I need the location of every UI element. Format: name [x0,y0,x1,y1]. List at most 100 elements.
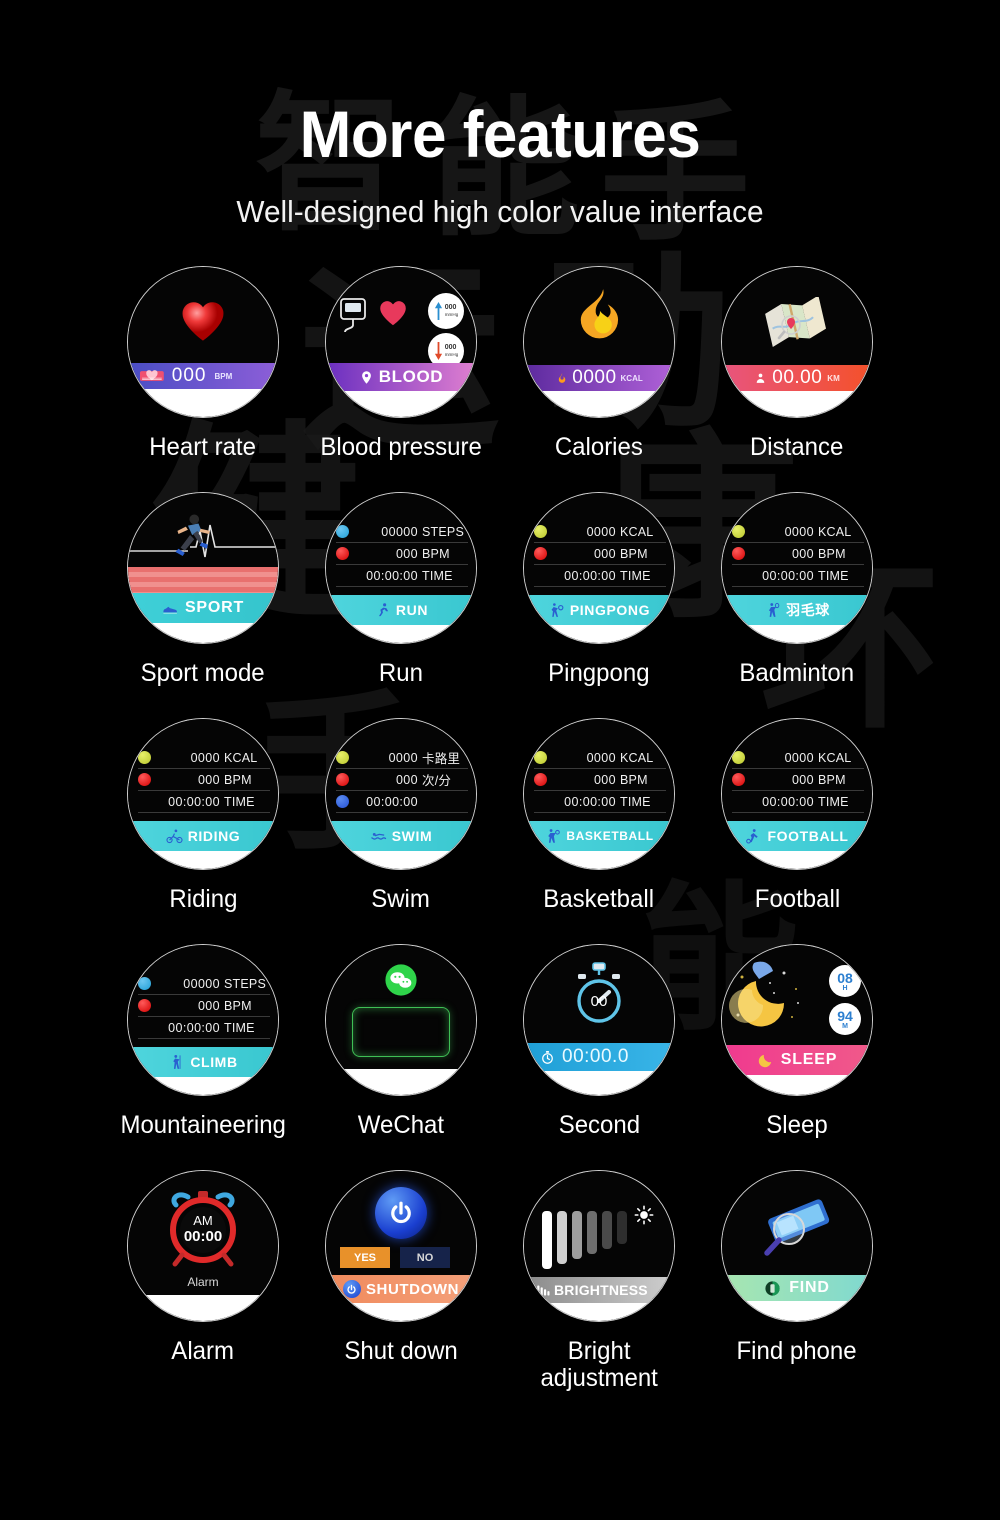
feature-cell-heart-rate: 000 BPM Heart rate [104,266,302,492]
feature-grid: 000 BPM Heart rate 000 mmHg 000 mmHg BLOOD… [0,266,1000,1396]
heart-icon [138,999,151,1012]
sleep-hours-unit: H [842,984,848,992]
feature-cell-blood-pressure: 000 mmHg 000 mmHg BLOOD Blood pressure [302,266,500,492]
flame-icon [524,287,674,345]
watch-face-pingpong[interactable]: 0000 KCAL 000 BPM 00:00:00 TIME PINGPONG [523,492,675,644]
watch-face-riding[interactable]: 0000 KCAL 000 BPM 00:00:00 TIME RIDING [127,718,279,870]
metric-row: 00:00:00 TIME [336,565,468,587]
metric-row: 000 BPM [138,769,270,791]
metric-value: 000 [197,998,220,1013]
metric-unit: TIME [224,794,255,809]
metric-unit: BPM [620,772,648,787]
watch-face-find-phone[interactable]: FIND [721,1170,873,1322]
watch-screen-blood-pressure: 000 mmHg 000 mmHg BLOOD [326,267,476,417]
watch-face-blood-pressure[interactable]: 000 mmHg 000 mmHg BLOOD [325,266,477,418]
feature-caption-basketball: Basketball [543,885,655,913]
metric-row: 000 BPM [732,543,864,565]
sleep-minutes-badge: 94 M [829,1003,861,1035]
alarm-label: Alarm [187,1275,219,1289]
page-header: More features Well-designed high color v… [0,0,1000,230]
sport-bar-label: PINGPONG [569,602,651,618]
flame-icon [732,525,745,538]
heart-icon [336,547,349,560]
footballer-icon [745,828,762,845]
watch-face-second[interactable]: 00 00:00.0 [523,944,675,1096]
watch-face-run[interactable]: 00000 STEPS 000 BPM 00:00:00 TIME RUN [325,492,477,644]
watch-face-distance[interactable]: 00.00 KM [721,266,873,418]
watch-screen-sport-mode: SPORT [128,493,278,643]
feature-caption-mountaineering: Mountaineering [120,1111,286,1139]
sport-bar-label: FOOTBALL [767,828,849,844]
watch-face-calories[interactable]: 0000 KCAL [523,266,675,418]
feature-caption-heart-rate: Heart rate [149,433,257,461]
metric-row: 00:00:00 [336,791,468,813]
feature-cell-shutdown: YES NO SHUTDOWN Shut down [302,1170,500,1396]
heart-icon [732,773,745,786]
metric-row: 000 次/分 [336,769,468,791]
watch-face-brightness[interactable]: BRIGHTNESS [523,1170,675,1322]
watch-face-swim[interactable]: 0000 卡路里 000 次/分 00:00:00 SWIM [325,718,477,870]
watch-screen-riding: 0000 KCAL 000 BPM 00:00:00 TIME RIDING [128,719,278,869]
sun-icon [634,1205,654,1225]
feature-caption-brightness: Bright adjustment [540,1337,658,1392]
metric-row: 00:00:00 TIME [732,791,864,813]
watch-screen-swim: 0000 卡路里 000 次/分 00:00:00 SWIM [326,719,476,869]
feature-caption-blood-pressure: Blood pressure [320,433,482,461]
calories-unit: KCAL [620,373,643,383]
metrics-list: 0000 KCAL 000 BPM 00:00:00 TIME [732,521,864,587]
watch-screen-brightness: BRIGHTNESS [524,1171,674,1321]
feature-caption-badminton: Badminton [739,659,855,687]
watch-face-football[interactable]: 0000 KCAL 000 BPM 00:00:00 TIME FOOTBALL [721,718,873,870]
watch-screen-sleep: 08 H 94 M SLEEP [722,945,872,1095]
metric-value: 00000 [381,524,418,539]
calories-value: 0000 [572,367,617,388]
sport-bar-label: SWIM [391,828,433,844]
watch-screen-badminton: 0000 KCAL 000 BPM 00:00:00 TIME 羽毛球 [722,493,872,643]
metrics-list: 00000 STEPS 000 BPM 00:00:00 TIME [138,973,270,1039]
find-bar-label: FIND [789,1279,830,1296]
watch-screen-find-phone: FIND [722,1171,872,1321]
feature-caption-swim: Swim [371,885,431,913]
metrics-list: 0000 KCAL 000 BPM 00:00:00 TIME [732,747,864,813]
watch-face-alarm[interactable]: AM 00:00 Alarm [127,1170,279,1322]
metric-unit: STEPS [422,524,464,539]
metric-value: 000 [197,772,220,787]
watch-face-mountaineering[interactable]: 00000 STEPS 000 BPM 00:00:00 TIME CLIMB [127,944,279,1096]
climber-icon [168,1054,185,1071]
watch-face-badminton[interactable]: 0000 KCAL 000 BPM 00:00:00 TIME 羽毛球 [721,492,873,644]
watch-face-basketball[interactable]: 0000 KCAL 000 BPM 00:00:00 TIME BASKETBA… [523,718,675,870]
watch-face-wechat[interactable] [325,944,477,1096]
watch-screen-shutdown: YES NO SHUTDOWN [326,1171,476,1321]
heart-icon [732,547,745,560]
watch-face-sport-mode[interactable]: SPORT [127,492,279,644]
metric-row: 00000 STEPS [336,521,468,543]
feature-caption-shutdown: Shut down [344,1337,458,1365]
shutdown-no-button[interactable]: NO [400,1247,450,1268]
metrics-list: 0000 KCAL 000 BPM 00:00:00 TIME [534,521,666,587]
feature-cell-swim: 0000 卡路里 000 次/分 00:00:00 SWIM Swim [302,718,500,944]
feature-caption-sport-mode: Sport mode [140,659,266,687]
metric-value: 00:00:00 [762,794,814,809]
flame-icon [732,751,745,764]
shutdown-yes-button[interactable]: YES [340,1247,390,1268]
moon-icon [729,961,799,1027]
metrics-list: 00000 STEPS 000 BPM 00:00:00 TIME [336,521,468,587]
metric-row: 0000 KCAL [138,747,270,769]
runner-icon [374,602,391,619]
heart-icon [534,547,547,560]
alarm-clock-icon: AM 00:00 [170,1191,236,1267]
person-pin-icon [754,372,767,385]
brightness-level-bar [602,1211,612,1249]
brightness-level-bar [617,1211,627,1244]
watch-face-heart-rate[interactable]: 000 BPM [127,266,279,418]
watch-face-shutdown[interactable]: YES NO SHUTDOWN [325,1170,477,1322]
watch-screen-heart-rate: 000 BPM [128,267,278,417]
metric-unit: TIME [620,568,651,583]
svg-text:00: 00 [591,993,608,1010]
watch-face-sleep[interactable]: 08 H 94 M SLEEP [721,944,873,1096]
metric-value: 000 [791,772,814,787]
phone-circle-icon [764,1280,781,1297]
location-pin-icon [359,370,374,385]
shutdown-bar-label: SHUTDOWN [365,1280,460,1298]
magnifier-phone-icon [764,1199,830,1256]
